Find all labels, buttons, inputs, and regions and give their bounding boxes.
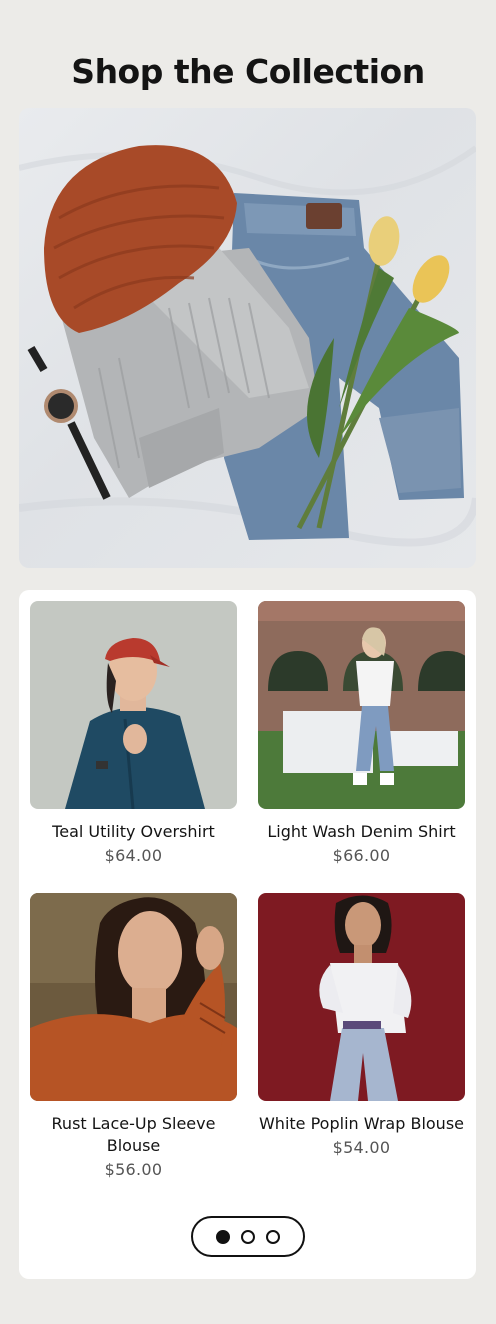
product-grid-card: Teal Utility Overshirt $64.00 Light Wash…	[19, 590, 476, 1279]
pagination-dot-1[interactable]	[216, 1229, 230, 1244]
carousel-pagination	[191, 1216, 305, 1257]
product-price: $66.00	[332, 846, 391, 865]
product-name[interactable]: Teal Utility Overshirt	[30, 821, 237, 843]
product-card-rust-blouse[interactable]: Rust Lace-Up Sleeve Blouse $56.00	[30, 893, 237, 1179]
product-image[interactable]	[30, 601, 237, 809]
product-price: $56.00	[104, 1160, 163, 1179]
product-name[interactable]: White Poplin Wrap Blouse	[258, 1113, 465, 1135]
product-name[interactable]: Light Wash Denim Shirt	[258, 821, 465, 843]
product-price: $64.00	[104, 846, 163, 865]
product-card-denim-shirt[interactable]: Light Wash Denim Shirt $66.00	[258, 601, 465, 865]
product-card-white-blouse[interactable]: White Poplin Wrap Blouse $54.00	[258, 893, 465, 1157]
page-title: Shop the Collection	[71, 52, 425, 91]
product-image[interactable]	[258, 601, 465, 809]
product-image[interactable]	[258, 893, 465, 1101]
product-card-teal-overshirt[interactable]: Teal Utility Overshirt $64.00	[30, 601, 237, 865]
product-name[interactable]: Rust Lace-Up Sleeve Blouse	[30, 1113, 237, 1157]
pagination-dot-3[interactable]	[266, 1229, 280, 1244]
pagination-dot-2[interactable]	[241, 1229, 255, 1244]
product-price: $54.00	[332, 1138, 391, 1157]
product-image[interactable]	[30, 893, 237, 1101]
hero-image	[19, 108, 476, 568]
